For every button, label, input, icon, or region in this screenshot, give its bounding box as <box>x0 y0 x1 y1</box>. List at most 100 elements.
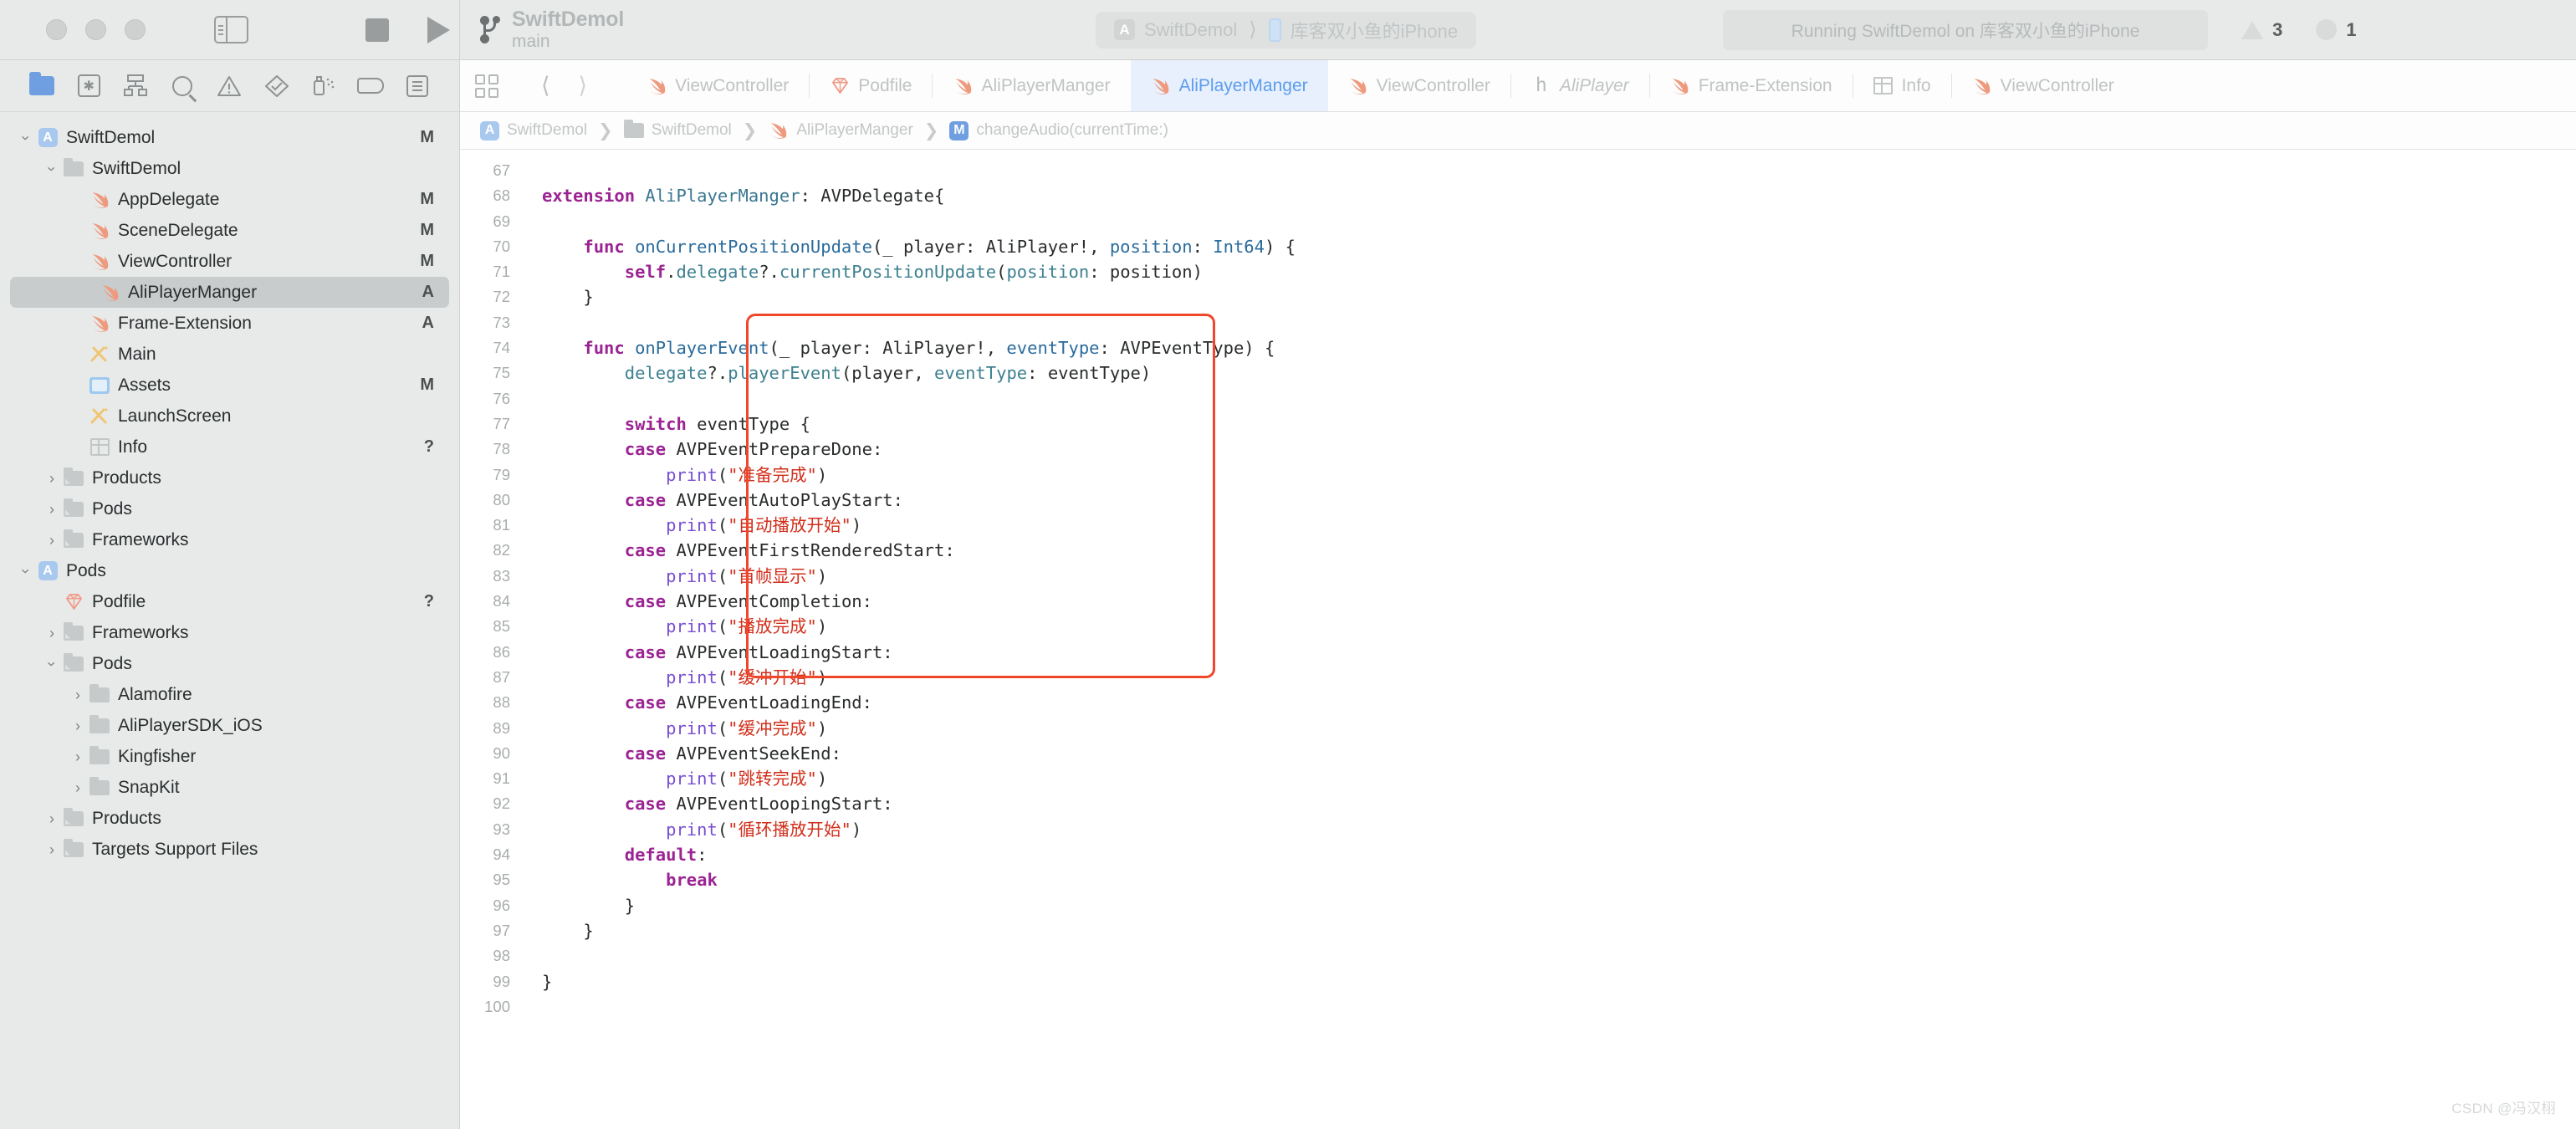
report-navigator-icon[interactable] <box>403 72 432 100</box>
code-line[interactable]: 90 case AVPEventSeekEnd: <box>460 741 2576 766</box>
code-line[interactable]: 100 <box>460 994 2576 1019</box>
navigator-item-alamofire[interactable]: › Alamofire <box>0 679 459 710</box>
navigator-item-assets[interactable]: Assets M <box>0 370 459 401</box>
minimize-icon[interactable] <box>85 19 106 40</box>
breakpoint-navigator-icon[interactable] <box>356 72 385 100</box>
breadcrumb-item[interactable]: SwiftDemol <box>623 120 732 140</box>
code-line[interactable]: 92 case AVPEventLoopingStart: <box>460 791 2576 816</box>
code-line[interactable]: 80 case AVPEventAutoPlayStart: <box>460 488 2576 513</box>
code-line[interactable]: 99} <box>460 969 2576 994</box>
code-line[interactable]: 79 print("准备完成") <box>460 462 2576 488</box>
navigator-item-frameworks[interactable]: › Frameworks <box>0 524 459 555</box>
code-line[interactable]: 89 print("缓冲完成") <box>460 716 2576 741</box>
tab-viewcontroller[interactable]: ViewController <box>1952 60 2134 111</box>
tab-viewcontroller[interactable]: ViewController <box>1328 60 1510 111</box>
test-navigator-icon[interactable] <box>263 72 291 100</box>
activity-status-bar[interactable]: Running SwiftDemol on 库客双小鱼的iPhone <box>1723 9 2208 50</box>
navigator-item-frame-extension[interactable]: Frame-Extension A <box>0 308 459 339</box>
code-line[interactable]: 76 <box>460 386 2576 411</box>
navigator-item-products[interactable]: › Products <box>0 462 459 493</box>
code-editor[interactable]: 67 68 extension AliPlayerManger: AVPDelega… <box>460 150 2576 1129</box>
code-line[interactable]: 81 print("自动播放开始") <box>460 513 2576 538</box>
tab-podfile[interactable]: Podfile <box>810 60 932 111</box>
chevron-right-icon[interactable]: › <box>75 780 80 795</box>
code-line[interactable]: 88 case AVPEventLoadingEnd: <box>460 690 2576 715</box>
code-line[interactable]: 96 } <box>460 893 2576 918</box>
chevron-right-icon[interactable]: › <box>49 533 54 548</box>
tab-frame-extension[interactable]: Frame-Extension <box>1650 60 1853 111</box>
tab-viewcontroller[interactable]: ViewController <box>626 60 809 111</box>
chevron-down-icon[interactable]: › <box>43 662 60 667</box>
code-line[interactable]: 70 func onCurrentPositionUpdate(_ player… <box>460 234 2576 259</box>
code-line[interactable]: 84 case AVPEventCompletion: <box>460 589 2576 614</box>
editor-layout-icon[interactable] <box>475 74 498 98</box>
find-navigator-icon[interactable] <box>168 72 197 100</box>
navigator-item-swiftdemol[interactable]: › A SwiftDemol M <box>0 122 459 153</box>
chevron-down-icon[interactable]: › <box>18 569 34 574</box>
navigator-item-appdelegate[interactable]: AppDelegate M <box>0 184 459 215</box>
chevron-right-icon[interactable]: › <box>49 842 54 857</box>
code-line[interactable]: 75 delegate?.playerEvent(player, eventTy… <box>460 360 2576 386</box>
tab-aliplayer[interactable]: h AliPlayer <box>1511 60 1649 111</box>
navigator-item-scenedelegate[interactable]: SceneDelegate M <box>0 215 459 246</box>
code-line[interactable]: 83 print("首帧显示") <box>460 564 2576 589</box>
code-line[interactable]: 71 self.delegate?.currentPositionUpdate(… <box>460 259 2576 284</box>
navigator-item-podfile[interactable]: Podfile? <box>0 586 459 617</box>
code-line[interactable]: 74 func onPlayerEvent(_ player: AliPlaye… <box>460 335 2576 360</box>
code-line[interactable]: 68 extension AliPlayerManger: AVPDelegate… <box>460 183 2576 208</box>
window-traffic-lights[interactable] <box>46 19 146 40</box>
stop-icon[interactable] <box>365 18 389 42</box>
chevron-right-icon[interactable]: › <box>49 471 54 486</box>
code-line[interactable]: 98 <box>460 943 2576 968</box>
navigator-item-frameworks[interactable]: › Frameworks <box>0 617 459 648</box>
code-line[interactable]: 95 break <box>460 867 2576 892</box>
code-line[interactable]: 73 <box>460 310 2576 335</box>
navigator-item-targets-support-files[interactable]: › Targets Support Files <box>0 834 459 865</box>
navigator-item-aliplayermanger[interactable]: AliPlayerManger A <box>10 277 449 308</box>
navigator-item-pods[interactable]: › Pods <box>0 493 459 524</box>
code-content[interactable]: 67 68 extension AliPlayerManger: AVPDelega… <box>460 150 2576 1019</box>
code-line[interactable]: 82 case AVPEventFirstRenderedStart: <box>460 538 2576 563</box>
navigator-item-launchscreen[interactable]: LaunchScreen <box>0 401 459 432</box>
breadcrumb-item[interactable]: AliPlayerManger <box>768 121 913 140</box>
navigator-item-info[interactable]: Info? <box>0 432 459 462</box>
chevron-right-icon[interactable]: › <box>49 626 54 641</box>
code-line[interactable]: 91 print("跳转完成") <box>460 766 2576 791</box>
error-counter[interactable]: 1 <box>2316 19 2357 41</box>
navigator-item-pods[interactable]: › Pods <box>0 648 459 679</box>
source-control-navigator-icon[interactable]: ✱ <box>74 72 103 100</box>
code-line[interactable]: 78 case AVPEventPrepareDone: <box>460 437 2576 462</box>
navigator-item-snapkit[interactable]: › SnapKit <box>0 772 459 803</box>
tab-aliplayermanger[interactable]: AliPlayerManger <box>1130 60 1328 111</box>
sidebar-toggle-button[interactable] <box>214 16 248 43</box>
breadcrumb-item[interactable]: A SwiftDemol <box>480 120 587 140</box>
close-icon[interactable] <box>46 19 67 40</box>
navigator-item-kingfisher[interactable]: › Kingfisher <box>0 741 459 772</box>
breadcrumb-item[interactable]: MchangeAudio(currentTime:) <box>949 120 1168 140</box>
chevron-right-icon[interactable]: › <box>49 502 54 517</box>
breadcrumb[interactable]: A SwiftDemol ❯ SwiftDemol ❯ AliPlayerManger ❯ M… <box>460 112 2576 150</box>
tab-info[interactable]: Info <box>1853 60 1951 111</box>
navigator-item-viewcontroller[interactable]: ViewController M <box>0 246 459 277</box>
code-line[interactable]: 69 <box>460 209 2576 234</box>
zoom-icon[interactable] <box>125 19 146 40</box>
code-line[interactable]: 67 <box>460 158 2576 183</box>
navigator-item-products[interactable]: › Products <box>0 803 459 834</box>
tab-aliplayermanger[interactable]: AliPlayerManger <box>933 60 1130 111</box>
navigator-item-aliplayersdk-ios[interactable]: › AliPlayerSDK_iOS <box>0 710 459 741</box>
project-navigator-tree[interactable]: › A SwiftDemol M › SwiftDemol AppDelegate M Scen… <box>0 112 459 1129</box>
code-line[interactable]: 97 } <box>460 918 2576 943</box>
code-line[interactable]: 77 switch eventType { <box>460 411 2576 437</box>
code-line[interactable]: 72 } <box>460 284 2576 309</box>
code-line[interactable]: 87 print("缓冲开始") <box>460 665 2576 690</box>
chevron-down-icon[interactable]: › <box>18 135 34 140</box>
chevron-right-icon[interactable]: › <box>75 687 80 702</box>
chevron-right-icon[interactable]: › <box>75 718 80 733</box>
nav-forward-icon[interactable]: ⟩ <box>574 73 593 99</box>
project-branch-indicator[interactable]: SwiftDemol main <box>478 8 624 50</box>
navigator-item-main[interactable]: Main <box>0 339 459 370</box>
chevron-right-icon[interactable]: › <box>49 811 54 826</box>
warning-counter[interactable]: 3 <box>2241 19 2282 41</box>
play-icon[interactable] <box>427 16 450 43</box>
chevron-down-icon[interactable]: › <box>43 166 60 171</box>
